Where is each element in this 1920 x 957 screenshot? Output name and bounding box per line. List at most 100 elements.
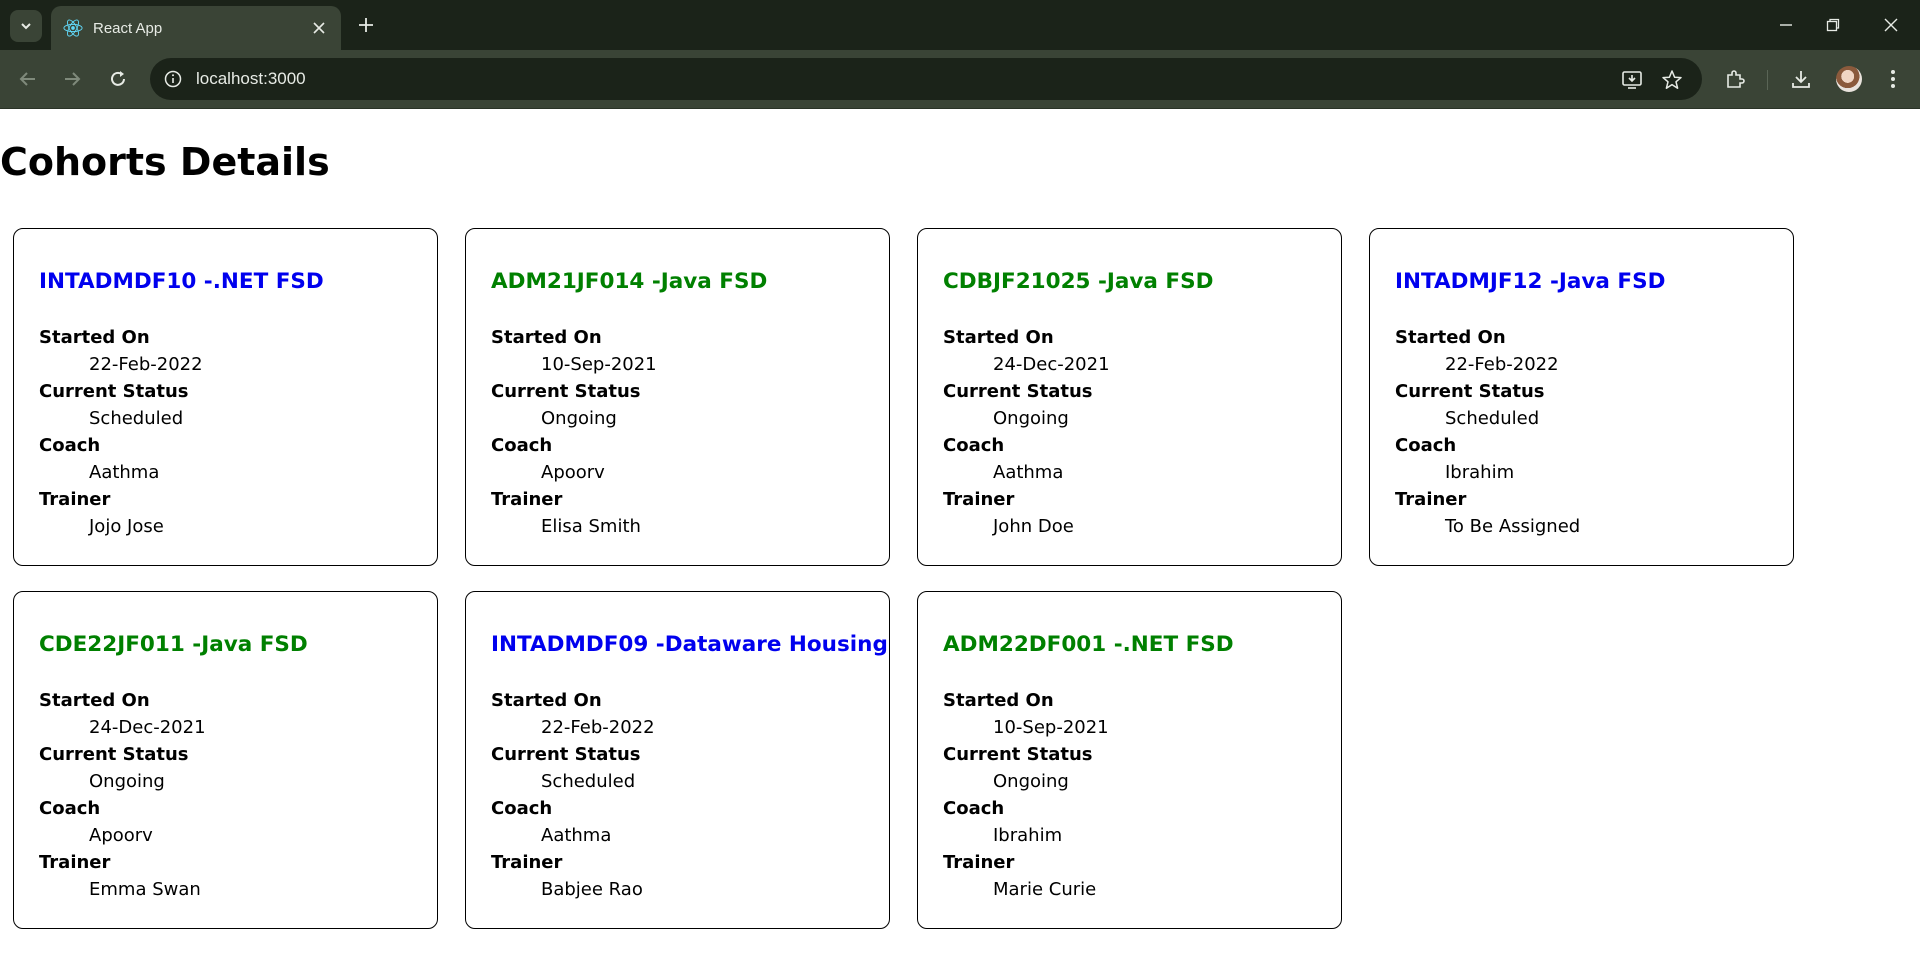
cohort-title: CDBJF21025 -Java FSD [943, 269, 1214, 294]
cohort-title: ADM21JF014 -Java FSD [491, 269, 768, 294]
url-text: localhost:3000 [196, 69, 306, 88]
restore-icon[interactable] [1818, 10, 1848, 40]
started-on-label: Started On [491, 690, 602, 711]
tab-search-button[interactable] [10, 10, 42, 42]
browser-tab-bar: React App [0, 0, 1920, 50]
current-status-value: Ongoing [993, 771, 1069, 792]
coach-label: Coach [943, 798, 1005, 819]
trainer-label: Trainer [491, 489, 563, 510]
current-status-label: Current Status [491, 381, 641, 402]
extensions-icon[interactable] [1722, 66, 1748, 92]
cohort-title: CDE22JF011 -Java FSD [39, 632, 308, 657]
trainer-label: Trainer [39, 852, 111, 873]
chevron-down-icon [21, 23, 31, 30]
coach-label: Coach [1395, 435, 1457, 456]
trainer-value: John Doe [993, 516, 1074, 537]
coach-value: Aathma [89, 462, 160, 483]
current-status-value: Ongoing [541, 408, 617, 429]
started-on-value: 22-Feb-2022 [541, 717, 655, 738]
current-status-value: Ongoing [993, 408, 1069, 429]
forward-arrow-icon[interactable] [58, 65, 86, 93]
cohort-card: ADM22DF001 -.NET FSD Started On 10-Sep-2… [917, 591, 1342, 929]
cohort-details: Started On 24-Dec-2021 Current Status On… [943, 324, 1110, 540]
current-status-label: Current Status [1395, 381, 1545, 402]
site-info-icon[interactable] [162, 68, 184, 90]
trainer-value: To Be Assigned [1445, 516, 1581, 537]
current-status-label: Current Status [491, 744, 641, 765]
cohort-details: Started On 10-Sep-2021 Current Status On… [943, 687, 1109, 903]
tab-title: React App [93, 19, 163, 37]
started-on-label: Started On [943, 327, 1054, 348]
cohort-title: INTADMJF12 -Java FSD [1395, 269, 1666, 294]
coach-value: Apoorv [541, 462, 605, 483]
more-menu-icon[interactable] [1880, 66, 1906, 92]
install-app-icon[interactable] [1620, 68, 1644, 92]
started-on-label: Started On [491, 327, 602, 348]
tab-close-icon[interactable] [309, 18, 329, 38]
current-status-value: Scheduled [89, 408, 184, 429]
trainer-label: Trainer [39, 489, 111, 510]
cohort-card: ADM21JF014 -Java FSD Started On 10-Sep-2… [465, 228, 890, 566]
trainer-label: Trainer [943, 489, 1015, 510]
back-arrow-icon[interactable] [14, 65, 42, 93]
minimize-icon[interactable] [1771, 10, 1801, 40]
current-status-label: Current Status [943, 381, 1093, 402]
started-on-value: 24-Dec-2021 [89, 717, 206, 738]
cohort-details: Started On 22-Feb-2022 Current Status Sc… [491, 687, 655, 903]
toolbar-separator [1767, 70, 1768, 90]
toolbar-divider [0, 108, 1920, 109]
trainer-label: Trainer [491, 852, 563, 873]
current-status-label: Current Status [943, 744, 1093, 765]
cohort-details: Started On 22-Feb-2022 Current Status Sc… [39, 324, 203, 540]
reload-icon[interactable] [104, 65, 132, 93]
cohort-card: INTADMDF10 -.NET FSD Started On 22-Feb-2… [13, 228, 438, 566]
started-on-label: Started On [39, 690, 150, 711]
coach-value: Aathma [993, 462, 1064, 483]
cohort-card: CDBJF21025 -Java FSD Started On 24-Dec-2… [917, 228, 1342, 566]
trainer-value: Marie Curie [993, 879, 1097, 900]
coach-value: Apoorv [89, 825, 153, 846]
current-status-label: Current Status [39, 381, 189, 402]
bookmark-star-icon[interactable] [1660, 68, 1684, 92]
page-title: Cohorts Details [0, 140, 330, 184]
download-icon[interactable] [1788, 66, 1814, 92]
started-on-value: 10-Sep-2021 [993, 717, 1109, 738]
cohort-details: Started On 22-Feb-2022 Current Status Sc… [1395, 324, 1580, 540]
browser-tab[interactable]: React App [51, 6, 341, 50]
coach-value: Ibrahim [993, 825, 1063, 846]
started-on-value: 22-Feb-2022 [89, 354, 203, 375]
trainer-label: Trainer [943, 852, 1015, 873]
started-on-value: 10-Sep-2021 [541, 354, 657, 375]
current-status-label: Current Status [39, 744, 189, 765]
trainer-value: Babjee Rao [541, 879, 643, 900]
started-on-label: Started On [39, 327, 150, 348]
cohort-card: INTADMDF09 -Dataware Housing Started On … [465, 591, 890, 929]
cohort-details: Started On 10-Sep-2021 Current Status On… [491, 324, 657, 540]
cohort-card: INTADMJF12 -Java FSD Started On 22-Feb-2… [1369, 228, 1794, 566]
current-status-value: Scheduled [1445, 408, 1540, 429]
started-on-value: 22-Feb-2022 [1445, 354, 1559, 375]
browser-toolbar: localhost:3000 [0, 50, 1920, 108]
trainer-value: Emma Swan [89, 879, 201, 900]
trainer-value: Elisa Smith [541, 516, 641, 537]
cohort-grid: INTADMDF10 -.NET FSD Started On 22-Feb-2… [13, 228, 1796, 929]
coach-value: Aathma [541, 825, 612, 846]
cohort-title: INTADMDF10 -.NET FSD [39, 269, 324, 294]
coach-label: Coach [491, 435, 553, 456]
cohort-card: CDE22JF011 -Java FSD Started On 24-Dec-2… [13, 591, 438, 929]
started-on-value: 24-Dec-2021 [993, 354, 1110, 375]
coach-label: Coach [491, 798, 553, 819]
close-window-icon[interactable] [1876, 10, 1906, 40]
cohort-title: ADM22DF001 -.NET FSD [943, 632, 1234, 657]
started-on-label: Started On [1395, 327, 1506, 348]
coach-value: Ibrahim [1445, 462, 1515, 483]
address-bar[interactable]: localhost:3000 [150, 58, 1702, 100]
react-logo-icon [63, 18, 83, 38]
cohort-title: INTADMDF09 -Dataware Housing [491, 632, 888, 657]
coach-label: Coach [39, 798, 101, 819]
profile-avatar[interactable] [1836, 66, 1862, 92]
trainer-value: Jojo Jose [89, 516, 164, 537]
current-status-value: Scheduled [541, 771, 636, 792]
trainer-label: Trainer [1395, 489, 1467, 510]
new-tab-icon[interactable] [354, 13, 378, 37]
